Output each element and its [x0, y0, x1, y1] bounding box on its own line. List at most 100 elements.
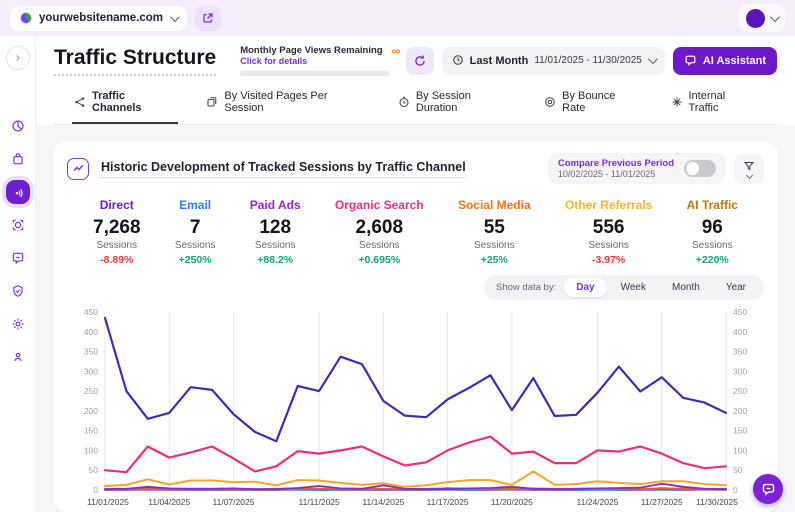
browser-topbar: yourwebsitename.com	[0, 0, 795, 36]
svg-text:100: 100	[84, 446, 98, 456]
svg-text:11/30/2025: 11/30/2025	[696, 497, 738, 507]
support-chat-button[interactable]	[753, 474, 783, 504]
sidebar-item-settings[interactable]	[6, 312, 30, 336]
channel-sessions-value: 7	[189, 217, 201, 239]
channel-metric-social-media[interactable]: Social Media 55 Sessions +25%	[458, 198, 531, 266]
filter-button[interactable]	[734, 153, 764, 184]
tab-by-bounce-rate[interactable]: By Bounce Rate	[542, 84, 642, 124]
pageviews-label: Monthly Page Views Remaining	[240, 45, 383, 56]
channel-name: Email	[179, 198, 212, 213]
tab-by-visited-pages-per-session[interactable]: By Visited Pages Per Session	[204, 84, 369, 124]
svg-text:300: 300	[84, 367, 98, 377]
channel-metric-email[interactable]: Email 7 Sessions +250%	[175, 198, 216, 266]
svg-text:350: 350	[84, 347, 98, 357]
pageviews-progress-bar	[240, 71, 391, 77]
user-menu[interactable]	[738, 4, 785, 32]
channel-delta: +88.2%	[257, 254, 294, 267]
granularity-option-month[interactable]: Month	[660, 278, 712, 297]
ai-assistant-button[interactable]: AI Assistant	[672, 46, 777, 75]
external-link-icon	[203, 13, 213, 23]
chart-title: Historic Development of Tracked Sessions…	[101, 160, 466, 178]
channel-sessions-unit: Sessions	[692, 240, 733, 252]
channel-name: Paid Ads	[249, 198, 301, 213]
chat-bubble-icon	[762, 483, 774, 496]
tab-label: By Session Duration	[415, 90, 471, 115]
compare-previous-period: Compare Previous Period 10/02/2025 - 11/…	[547, 153, 726, 185]
channel-delta: +220%	[695, 254, 729, 267]
sidebar-item-dashboard[interactable]	[6, 114, 30, 138]
svg-text:200: 200	[84, 406, 98, 416]
channel-sessions-unit: Sessions	[254, 240, 296, 252]
sidebar-item-store[interactable]	[6, 147, 30, 171]
toggle-knob	[686, 162, 699, 176]
channel-sessions-unit: Sessions	[96, 240, 138, 252]
channel-delta: +25%	[480, 254, 508, 267]
tab-label: By Visited Pages Per Session	[224, 90, 328, 115]
svg-text:11/11/2025: 11/11/2025	[298, 497, 340, 507]
sidebar-item-feedback[interactable]	[6, 246, 30, 270]
sidebar-item-visitors[interactable]	[6, 345, 30, 369]
sidebar-item-traffic[interactable]	[5, 180, 30, 204]
svg-text:200: 200	[733, 406, 747, 416]
pie-chart-icon	[11, 120, 24, 132]
sidebar-collapse-button[interactable]	[5, 46, 30, 70]
svg-text:100: 100	[733, 446, 747, 456]
website-selector[interactable]: yourwebsitename.com	[10, 5, 187, 31]
ai-assistant-label: AI Assistant	[702, 54, 766, 67]
radar-waves-icon	[15, 189, 23, 198]
tab-icon	[398, 96, 410, 108]
compare-toggle[interactable]	[684, 160, 716, 178]
channel-name: Organic Search	[334, 198, 424, 213]
svg-text:11/17/2025: 11/17/2025	[427, 497, 469, 507]
channel-sessions-value: 7,268	[93, 217, 141, 239]
chevron-down-icon	[169, 11, 180, 22]
open-website-button[interactable]	[194, 5, 221, 31]
tab-by-session-duration[interactable]: By Session Duration	[396, 84, 516, 124]
svg-text:400: 400	[733, 327, 747, 337]
tab-label: Traffic Channels	[92, 90, 142, 115]
channel-sessions-value: 556	[592, 217, 625, 239]
svg-text:11/24/2025: 11/24/2025	[577, 497, 619, 507]
svg-text:250: 250	[733, 387, 747, 397]
channel-name: AI Traffic	[686, 198, 738, 213]
channel-metric-other-referrals[interactable]: Other Referrals 556 Sessions -3.97%	[565, 198, 652, 266]
tab-traffic-channels[interactable]: Traffic Channels	[72, 84, 179, 125]
sidebar-item-privacy[interactable]	[6, 279, 30, 303]
svg-text:450: 450	[733, 307, 747, 317]
refresh-button[interactable]	[405, 46, 434, 75]
granularity-option-year[interactable]: Year	[714, 278, 758, 297]
report-tabs: Traffic Channels By Visited Pages Per Se…	[54, 84, 777, 126]
svg-text:300: 300	[733, 367, 747, 377]
granularity-option-day[interactable]: Day	[564, 278, 607, 298]
svg-text:11/14/2025: 11/14/2025	[362, 497, 404, 507]
chevron-down-icon	[769, 11, 780, 22]
granularity-option-week[interactable]: Week	[609, 278, 658, 297]
channel-sessions-unit: Sessions	[474, 240, 515, 252]
svg-text:11/07/2025: 11/07/2025	[213, 497, 255, 507]
funnel-icon	[743, 161, 755, 171]
tab-icon	[74, 96, 86, 108]
infinity-icon: ∞	[391, 44, 401, 58]
svg-text:150: 150	[84, 426, 98, 436]
chart-card-icon-button[interactable]	[67, 157, 89, 180]
scan-target-icon	[12, 219, 23, 231]
shopping-bag-icon	[12, 153, 23, 165]
sidebar	[0, 36, 36, 512]
pageviews-details-link[interactable]: Click for details	[240, 56, 382, 66]
channel-sessions-value: 55	[483, 217, 505, 239]
pageviews-quota: Monthly Page Views Remaining Click for d…	[240, 44, 401, 77]
svg-text:0: 0	[733, 485, 738, 495]
tab-icon	[544, 96, 556, 108]
channel-metric-organic-search[interactable]: Organic Search 2,608 Sessions +0.695%	[335, 198, 424, 266]
tab-internal-traffic[interactable]: Internal Traffic	[669, 84, 759, 124]
channel-sessions-unit: Sessions	[174, 240, 216, 252]
date-range-selector[interactable]: Last Month 11/01/2025 - 11/30/2025	[441, 46, 665, 75]
channel-metric-paid-ads[interactable]: Paid Ads 128 Sessions +88.2%	[250, 198, 301, 266]
channel-metric-ai-traffic[interactable]: AI Traffic 96 Sessions +220%	[687, 198, 738, 266]
sidebar-item-goals[interactable]	[6, 213, 30, 237]
compare-label: Compare Previous Period	[557, 158, 674, 170]
tab-icon	[206, 96, 218, 108]
refresh-icon	[414, 55, 425, 66]
channel-metric-direct[interactable]: Direct 7,268 Sessions -8.89%	[93, 198, 141, 266]
svg-text:11/27/2025: 11/27/2025	[641, 497, 683, 507]
